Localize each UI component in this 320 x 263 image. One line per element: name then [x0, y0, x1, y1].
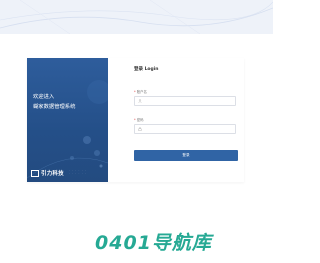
- password-input[interactable]: [142, 125, 234, 133]
- header-band: [0, 0, 273, 34]
- welcome-line-2: 蝴家数据管理系统: [33, 104, 76, 110]
- login-form: 登录 Login *账户名 *密码 登录: [134, 58, 244, 182]
- form-title: 登录 Login: [134, 67, 159, 72]
- logo-subtext-decoration: · · · · · · · · · · · ·: [68, 170, 87, 175]
- password-label-text: 密码: [136, 118, 144, 122]
- required-mark: *: [134, 118, 136, 122]
- welcome-text: 欢迎进入 蝴家数据管理系统: [33, 92, 75, 112]
- brand-background-decoration: [27, 80, 108, 179]
- brand-panel: 欢迎进入 蝴家数据管理系统 引力科技 · · · · · · · · · · ·…: [27, 58, 108, 182]
- login-button[interactable]: 登录: [134, 150, 238, 161]
- page: 欢迎进入 蝴家数据管理系统 引力科技 · · · · · · · · · · ·…: [0, 0, 273, 263]
- watermark-text: 0401导航库: [95, 232, 212, 254]
- password-label: *密码: [134, 117, 143, 122]
- company-logo: 引力科技 · · · · · · · · · · · ·: [31, 169, 87, 177]
- username-input[interactable]: [142, 97, 234, 105]
- password-field[interactable]: [134, 124, 236, 134]
- username-label: *账户名: [134, 89, 147, 94]
- logo-mark-icon: [31, 169, 39, 177]
- login-card: 欢迎进入 蝴家数据管理系统 引力科技 · · · · · · · · · · ·…: [27, 58, 244, 182]
- required-mark: *: [134, 90, 136, 94]
- welcome-line-1: 欢迎进入: [33, 94, 55, 100]
- username-field[interactable]: [134, 96, 236, 106]
- logo-text: 引力科技: [41, 171, 64, 177]
- username-label-text: 账户名: [136, 90, 147, 94]
- header-decoration: [0, 0, 273, 34]
